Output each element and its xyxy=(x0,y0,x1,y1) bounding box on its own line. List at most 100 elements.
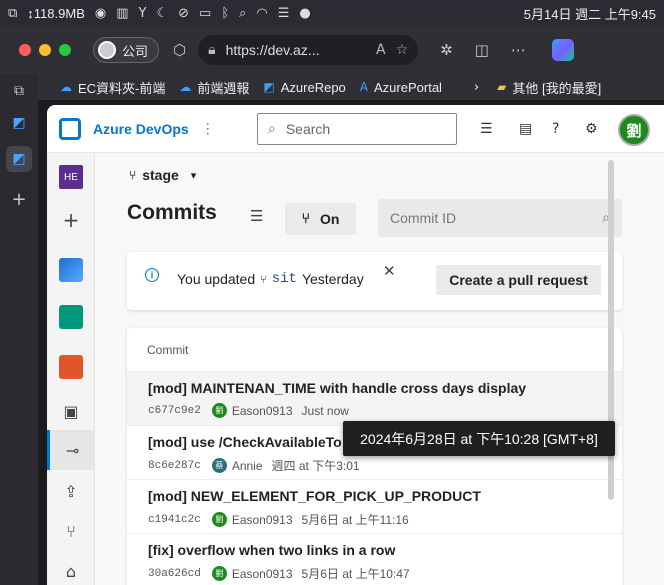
table-row[interactable]: [mod] MAINTENAN_TIME with handle cross d… xyxy=(127,371,622,425)
commit-id-input[interactable]: Commit ID ⌕ xyxy=(378,199,622,237)
timestamp-tooltip: 2024年6月28日 at 下午10:28 [GMT+8] xyxy=(343,421,615,456)
read-aloud-icon[interactable]: A xyxy=(376,42,386,58)
screens-icon[interactable]: ⧉ xyxy=(8,6,17,21)
battery-icon[interactable]: ▭ xyxy=(199,6,211,21)
branch-selector[interactable]: ⑂ stage ▾ xyxy=(129,167,196,183)
search-input[interactable]: ⌕ Search xyxy=(257,113,457,145)
search-icon: ⌕ xyxy=(268,121,276,137)
commit-hash[interactable]: 8c6e287c xyxy=(148,460,201,472)
commit-meta: 30a626cd 劉 Eason0913 5月6日 at 上午10:47 xyxy=(148,565,410,582)
boards-icon[interactable] xyxy=(47,297,95,337)
help-icon[interactable]: ? xyxy=(552,121,559,137)
commit-message[interactable]: [mod] MAINTENAN_TIME with handle cross d… xyxy=(148,380,526,396)
split-screen-icon[interactable]: ◫ xyxy=(475,41,489,59)
azure-devops-app: Azure DevOps ⋮ ⌕ Search ☰ ▤ ? ⚙ 劉 HE + ▣… xyxy=(47,105,664,585)
commit-meta: 8c6e287c 蔡 Annie 週四 at 下午3:01 xyxy=(148,457,360,474)
commits-page: ⑂ stage ▾ Commits ☰ ⑂ On Commit ID ⌕ i Y… xyxy=(95,153,664,585)
brand[interactable]: Azure DevOps ⋮ xyxy=(59,117,215,140)
profile-avatar xyxy=(98,41,116,59)
favorite-weekly[interactable]: ☁ 前端週報 xyxy=(179,78,249,97)
clock[interactable]: 5月14日 週二 上午9:45 xyxy=(524,4,656,23)
profile-button[interactable]: 公司 xyxy=(93,37,160,63)
tab-actions-icon[interactable]: ⧉ xyxy=(6,78,32,104)
minimize-window-button[interactable] xyxy=(39,44,51,56)
graph-toggle-button[interactable]: ⑂ On xyxy=(285,203,356,235)
commit-time: Just now xyxy=(301,403,349,418)
commit-meta: c1941c2c 劉 Eason0913 5月6日 at 上午11:16 xyxy=(148,511,409,528)
tab-azure-devops-active-icon[interactable]: ◩ xyxy=(6,146,32,172)
tags-icon[interactable]: ⌂ xyxy=(47,551,95,585)
more-menu-icon[interactable]: ⋯ xyxy=(511,41,526,59)
column-header-commit: Commit xyxy=(147,343,189,357)
commit-meta: c677c9e2 劉 Eason0913 Just now xyxy=(148,403,349,418)
overview-icon[interactable] xyxy=(47,250,95,290)
close-icon[interactable]: ✕ xyxy=(383,262,396,280)
address-bar[interactable]: 🔒︎ https://dev.az... A ☆ xyxy=(198,35,419,65)
cloud-icon: ☁ xyxy=(179,80,192,94)
commit-hash[interactable]: c1941c2c xyxy=(148,514,201,526)
azure-devops-icon: ◩ xyxy=(263,80,275,94)
control-center-icon[interactable]: ☰ xyxy=(278,6,290,21)
favorite-ec-folder[interactable]: ☁ EC資料夾-前端 xyxy=(60,78,165,97)
lock-icon: 🔒︎ xyxy=(208,42,216,58)
pull-request-banner: i You updated ⑂ sit Yesterday ✕ Create a… xyxy=(127,252,622,310)
moon-icon[interactable]: ☾ xyxy=(156,6,168,21)
favorites-bar: ☁ EC資料夾-前端 ☁ 前端週報 ◩ AzureRepo A AzurePor… xyxy=(0,74,664,100)
spotlight-icon[interactable]: ⌕ xyxy=(239,6,246,21)
copilot-icon[interactable] xyxy=(551,39,574,61)
author-name: Eason0913 xyxy=(231,566,293,581)
close-window-button[interactable] xyxy=(19,44,31,56)
commit-message[interactable]: [mod] use /CheckAvailableTo xyxy=(148,434,342,450)
yahoo-icon[interactable]: Y xyxy=(139,6,147,21)
table-row[interactable]: [fix] overflow when two links in a row 3… xyxy=(127,533,622,585)
wifi-icon[interactable]: ◠ xyxy=(256,6,267,21)
commit-hash[interactable]: c677c9e2 xyxy=(148,405,201,417)
siri-icon[interactable]: ● xyxy=(299,6,310,21)
more-vertical-icon[interactable]: ⋮ xyxy=(201,120,215,137)
create-pull-request-button[interactable]: Create a pull request xyxy=(436,265,601,295)
maximize-window-button[interactable] xyxy=(59,44,71,56)
author-avatar: 劉 xyxy=(211,403,227,418)
branch-name: stage xyxy=(142,167,179,183)
filter-icon[interactable]: ☰ xyxy=(250,207,263,225)
cloud-icon: ☁ xyxy=(60,80,72,94)
files-icon[interactable]: ▣ xyxy=(47,391,95,431)
brand-name: Azure DevOps xyxy=(93,120,189,137)
workspaces-icon[interactable]: ⬡ xyxy=(173,41,186,59)
commits-nav-icon[interactable]: ⊸ xyxy=(47,430,95,470)
mute-icon[interactable]: ⊘ xyxy=(178,6,189,21)
commit-hash[interactable]: 30a626cd xyxy=(148,568,201,580)
bluetooth-icon[interactable]: ᛒ xyxy=(221,6,229,21)
folder-icon: ▰ xyxy=(497,80,507,94)
project-badge[interactable]: HE xyxy=(47,157,95,197)
branches-icon[interactable]: ⑂ xyxy=(47,511,95,551)
user-avatar[interactable]: 劉 xyxy=(618,114,650,146)
chevron-down-icon: ▾ xyxy=(190,168,197,182)
commit-message[interactable]: [mod] NEW_ELEMENT_FOR_PICK_UP_PRODUCT xyxy=(148,488,481,504)
commit-message[interactable]: [fix] overflow when two links in a row xyxy=(148,542,395,558)
banner-message: You updated ⑂ sit Yesterday xyxy=(177,271,364,287)
favorite-azure-repo[interactable]: ◩ AzureRepo xyxy=(263,80,345,95)
banner-branch[interactable]: sit xyxy=(272,271,297,287)
user-settings-icon[interactable]: ⚙ xyxy=(585,121,598,137)
author-name: Eason0913 xyxy=(231,512,293,527)
task-list-icon[interactable]: ☰ xyxy=(480,121,493,137)
graph-icon: ⑂ xyxy=(301,211,310,227)
chevron-right-icon[interactable]: › xyxy=(474,80,479,95)
table-row[interactable]: [mod] NEW_ELEMENT_FOR_PICK_UP_PRODUCT c1… xyxy=(127,479,622,533)
repos-icon[interactable] xyxy=(47,347,95,387)
extensions-icon[interactable]: ✲ xyxy=(440,41,453,59)
memory-icon[interactable]: ▥ xyxy=(116,6,128,21)
info-icon: i xyxy=(145,268,159,282)
new-item-icon[interactable]: + xyxy=(47,200,95,240)
new-tab-icon[interactable]: + xyxy=(6,186,32,212)
favorite-azure-portal[interactable]: A AzurePortal xyxy=(360,80,442,95)
tab-azure-devops-icon[interactable]: ◩ xyxy=(6,110,32,136)
commit-time: 週四 at 下午3:01 xyxy=(271,459,360,473)
record-icon[interactable]: ◉ xyxy=(95,6,106,21)
commit-time: 5月6日 at 上午11:16 xyxy=(301,513,409,527)
favorite-other[interactable]: ▰ 其他 [我的最愛] xyxy=(497,78,601,97)
pushes-icon[interactable]: ⇪ xyxy=(47,471,95,511)
favorite-star-icon[interactable]: ☆ xyxy=(396,42,409,58)
marketplace-bag-icon[interactable]: ▤ xyxy=(519,121,532,137)
